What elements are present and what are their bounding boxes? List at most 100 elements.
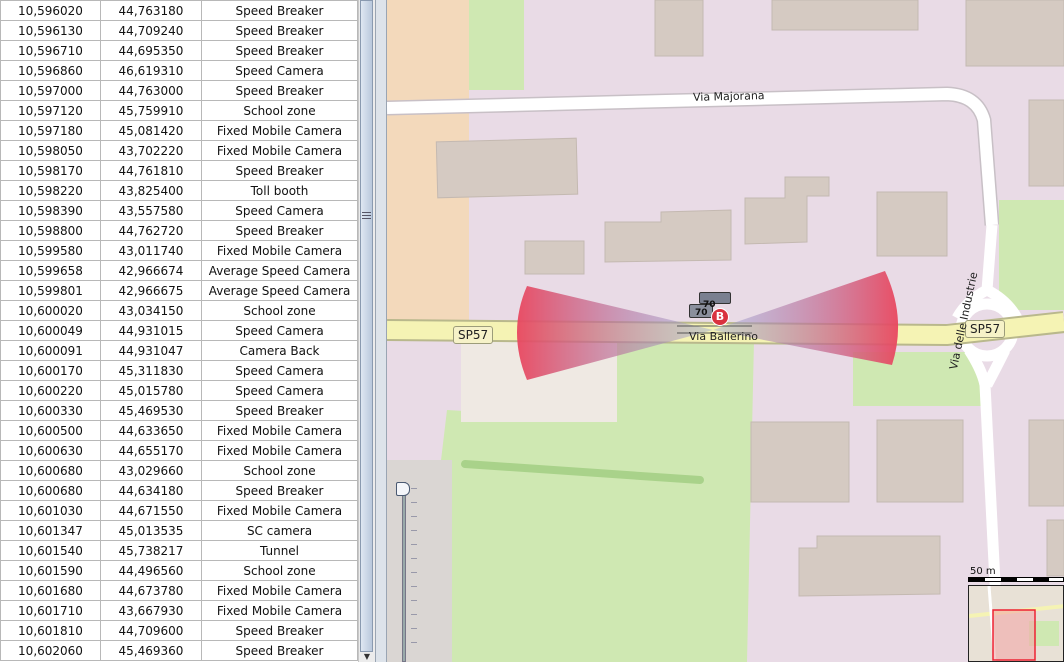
table-row[interactable]: 10,600170 45,311830 Speed Camera bbox=[0, 360, 358, 381]
table-row[interactable]: 10,597120 45,759910 School zone bbox=[0, 100, 358, 121]
table-row[interactable]: 10,598800 44,762720 Speed Breaker bbox=[0, 220, 358, 241]
table-row[interactable]: 10,602060 45,469360 Speed Breaker bbox=[0, 640, 358, 661]
table-row[interactable]: 10,600680 44,634180 Speed Breaker bbox=[0, 480, 358, 501]
type-cell[interactable]: School zone bbox=[201, 100, 358, 121]
type-cell[interactable]: Fixed Mobile Camera bbox=[201, 140, 358, 161]
type-cell[interactable]: Speed Breaker bbox=[201, 20, 358, 41]
table-row[interactable]: 10,597000 44,763000 Speed Breaker bbox=[0, 80, 358, 101]
lon-cell[interactable]: 10,602060 bbox=[0, 640, 101, 661]
type-cell[interactable]: Speed Breaker bbox=[201, 620, 358, 641]
table-row[interactable]: 10,601347 45,013535 SC camera bbox=[0, 520, 358, 541]
table-row[interactable]: 10,601680 44,673780 Fixed Mobile Camera bbox=[0, 580, 358, 601]
table-row[interactable]: 10,599580 43,011740 Fixed Mobile Camera bbox=[0, 240, 358, 261]
lat-cell[interactable]: 43,029660 bbox=[100, 460, 202, 481]
lat-cell[interactable]: 44,633650 bbox=[100, 420, 202, 441]
split-pane-divider[interactable] bbox=[375, 0, 387, 662]
type-cell[interactable]: Fixed Mobile Camera bbox=[201, 240, 358, 261]
table-row[interactable]: 10,600500 44,633650 Fixed Mobile Camera bbox=[0, 420, 358, 441]
type-cell[interactable]: Fixed Mobile Camera bbox=[201, 120, 358, 141]
lon-cell[interactable]: 10,601030 bbox=[0, 500, 101, 521]
table-row[interactable]: 10,601030 44,671550 Fixed Mobile Camera bbox=[0, 500, 358, 521]
lon-cell[interactable]: 10,601710 bbox=[0, 600, 101, 621]
type-cell[interactable]: Fixed Mobile Camera bbox=[201, 500, 358, 521]
scroll-down-arrow-icon[interactable]: ▼ bbox=[359, 652, 375, 662]
type-cell[interactable]: Speed Camera bbox=[201, 360, 358, 381]
lon-cell[interactable]: 10,597000 bbox=[0, 80, 101, 101]
lon-cell[interactable]: 10,597180 bbox=[0, 120, 101, 141]
lat-cell[interactable]: 44,762720 bbox=[100, 220, 202, 241]
lon-cell[interactable]: 10,600091 bbox=[0, 340, 101, 361]
table-row[interactable]: 10,600630 44,655170 Fixed Mobile Camera bbox=[0, 440, 358, 461]
lon-cell[interactable]: 10,601680 bbox=[0, 580, 101, 601]
lat-cell[interactable]: 45,469530 bbox=[100, 400, 202, 421]
table-row[interactable]: 10,597180 45,081420 Fixed Mobile Camera bbox=[0, 120, 358, 141]
lon-cell[interactable]: 10,598050 bbox=[0, 140, 101, 161]
type-cell[interactable]: Speed Camera bbox=[201, 60, 358, 81]
lon-cell[interactable]: 10,601347 bbox=[0, 520, 101, 541]
lon-cell[interactable]: 10,598390 bbox=[0, 200, 101, 221]
lon-cell[interactable]: 10,601540 bbox=[0, 540, 101, 561]
lon-cell[interactable]: 10,601590 bbox=[0, 560, 101, 581]
scrollbar-thumb[interactable] bbox=[360, 0, 373, 652]
type-cell[interactable]: Speed Camera bbox=[201, 380, 358, 401]
lon-cell[interactable]: 10,597120 bbox=[0, 100, 101, 121]
table-row[interactable]: 10,600020 43,034150 School zone bbox=[0, 300, 358, 321]
table-row[interactable]: 10,596020 44,763180 Speed Breaker bbox=[0, 0, 358, 21]
lat-cell[interactable]: 44,655170 bbox=[100, 440, 202, 461]
lat-cell[interactable]: 44,761810 bbox=[100, 160, 202, 181]
table-vertical-scrollbar[interactable]: ▼ bbox=[358, 0, 375, 662]
lon-cell[interactable]: 10,600500 bbox=[0, 420, 101, 441]
type-cell[interactable]: Fixed Mobile Camera bbox=[201, 420, 358, 441]
lat-cell[interactable]: 43,667930 bbox=[100, 600, 202, 621]
type-cell[interactable]: Fixed Mobile Camera bbox=[201, 580, 358, 601]
table-row[interactable]: 10,600330 45,469530 Speed Breaker bbox=[0, 400, 358, 421]
table-row[interactable]: 10,600049 44,931015 Speed Camera bbox=[0, 320, 358, 341]
lat-cell[interactable]: 45,013535 bbox=[100, 520, 202, 541]
lon-cell[interactable]: 10,596860 bbox=[0, 60, 101, 81]
lat-cell[interactable]: 44,709600 bbox=[100, 620, 202, 641]
lat-cell[interactable]: 44,709240 bbox=[100, 20, 202, 41]
type-cell[interactable]: Average Speed Camera bbox=[201, 260, 358, 281]
type-cell[interactable]: Speed Breaker bbox=[201, 400, 358, 421]
lat-cell[interactable]: 43,702220 bbox=[100, 140, 202, 161]
lat-cell[interactable]: 45,469360 bbox=[100, 640, 202, 661]
type-cell[interactable]: SC camera bbox=[201, 520, 358, 541]
lat-cell[interactable]: 43,557580 bbox=[100, 200, 202, 221]
lat-cell[interactable]: 43,825400 bbox=[100, 180, 202, 201]
lon-cell[interactable]: 10,598170 bbox=[0, 160, 101, 181]
table-row[interactable]: 10,600680 43,029660 School zone bbox=[0, 460, 358, 481]
table-row[interactable]: 10,601590 44,496560 School zone bbox=[0, 560, 358, 581]
lat-cell[interactable]: 44,763180 bbox=[100, 0, 202, 21]
table-row[interactable]: 10,600091 44,931047 Camera Back bbox=[0, 340, 358, 361]
table-row[interactable]: 10,596860 46,619310 Speed Camera bbox=[0, 60, 358, 81]
table-row[interactable]: 10,598220 43,825400 Toll booth bbox=[0, 180, 358, 201]
table-row[interactable]: 10,598050 43,702220 Fixed Mobile Camera bbox=[0, 140, 358, 161]
type-cell[interactable]: Speed Breaker bbox=[201, 640, 358, 661]
lon-cell[interactable]: 10,599580 bbox=[0, 240, 101, 261]
lon-cell[interactable]: 10,596710 bbox=[0, 40, 101, 61]
lon-cell[interactable]: 10,596130 bbox=[0, 20, 101, 41]
lat-cell[interactable]: 44,931015 bbox=[100, 320, 202, 341]
lon-cell[interactable]: 10,600049 bbox=[0, 320, 101, 341]
type-cell[interactable]: School zone bbox=[201, 560, 358, 581]
lon-cell[interactable]: 10,600020 bbox=[0, 300, 101, 321]
speed-camera-cluster-icon[interactable]: 70 70 B bbox=[687, 290, 737, 326]
lon-cell[interactable]: 10,598220 bbox=[0, 180, 101, 201]
lat-cell[interactable]: 44,695350 bbox=[100, 40, 202, 61]
type-cell[interactable]: Speed Camera bbox=[201, 320, 358, 341]
minimap[interactable] bbox=[968, 585, 1064, 662]
lon-cell[interactable]: 10,600220 bbox=[0, 380, 101, 401]
table-row[interactable]: 10,601810 44,709600 Speed Breaker bbox=[0, 620, 358, 641]
lat-cell[interactable]: 45,759910 bbox=[100, 100, 202, 121]
zoom-slider[interactable] bbox=[396, 482, 417, 662]
type-cell[interactable]: School zone bbox=[201, 460, 358, 481]
type-cell[interactable]: School zone bbox=[201, 300, 358, 321]
type-cell[interactable]: Speed Breaker bbox=[201, 0, 358, 21]
map-view[interactable]: Via Majorana SP57 SP57 Via Ballerino Via… bbox=[387, 0, 1064, 662]
lat-cell[interactable]: 44,496560 bbox=[100, 560, 202, 581]
table-row[interactable]: 10,596710 44,695350 Speed Breaker bbox=[0, 40, 358, 61]
type-cell[interactable]: Speed Breaker bbox=[201, 220, 358, 241]
lon-cell[interactable]: 10,599801 bbox=[0, 280, 101, 301]
lon-cell[interactable]: 10,598800 bbox=[0, 220, 101, 241]
lat-cell[interactable]: 45,311830 bbox=[100, 360, 202, 381]
